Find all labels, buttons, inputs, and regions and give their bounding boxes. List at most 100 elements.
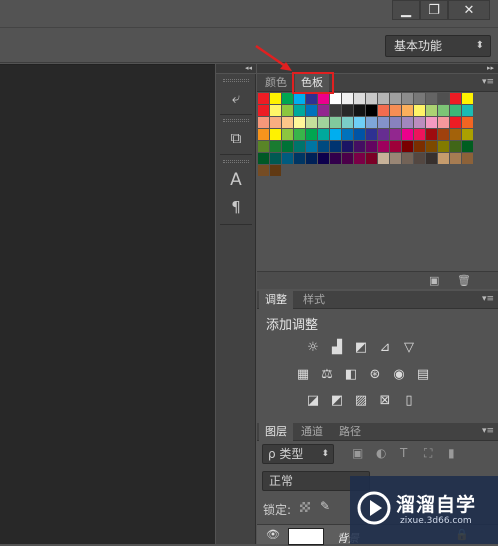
color-swatch[interactable] [366,141,377,152]
color-swatch[interactable] [402,129,413,140]
color-swatch[interactable] [378,93,389,104]
color-swatch[interactable] [318,93,329,104]
color-swatch[interactable] [426,105,437,116]
color-swatch[interactable] [438,93,449,104]
color-swatch[interactable] [354,117,365,128]
brightness-icon[interactable]: ☼ [304,339,322,355]
lock-transparent-icon[interactable] [300,502,310,512]
color-swatch[interactable] [282,105,293,116]
selective-color-icon[interactable]: ⊠ [376,392,394,408]
color-swatch[interactable] [426,153,437,164]
color-swatch[interactable] [390,141,401,152]
color-swatch[interactable] [366,117,377,128]
color-swatch[interactable] [366,153,377,164]
color-swatch[interactable] [462,129,473,140]
color-swatch[interactable] [270,105,281,116]
panel-menu-icon[interactable]: ▾≡ [482,426,494,436]
invert-icon[interactable]: ◪ [304,392,322,408]
channel-mixer-icon[interactable]: ◉ [390,366,408,382]
color-swatch[interactable] [450,93,461,104]
color-swatch[interactable] [282,141,293,152]
color-swatch[interactable] [270,153,281,164]
3d-cube-icon[interactable]: ⧉ [225,127,247,149]
black-white-icon[interactable]: ◧ [342,366,360,382]
color-swatch[interactable] [294,105,305,116]
color-swatch[interactable] [294,141,305,152]
color-swatch[interactable] [282,93,293,104]
dock-grip[interactable] [223,119,249,122]
color-swatch[interactable] [402,153,413,164]
workspace-select[interactable]: 基本功能 ⬍ [385,35,491,57]
color-swatch[interactable] [414,105,425,116]
color-swatch[interactable] [270,93,281,104]
color-swatch[interactable] [330,105,341,116]
color-swatch[interactable] [402,93,413,104]
character-icon[interactable]: A [225,169,247,191]
document-canvas[interactable] [0,64,215,544]
color-swatch[interactable] [258,129,269,140]
eye-icon[interactable]: 👁 [266,528,280,541]
color-swatch[interactable] [342,153,353,164]
color-swatch[interactable] [330,129,341,140]
color-swatch[interactable] [318,105,329,116]
color-swatch[interactable] [414,117,425,128]
close-button[interactable]: ✕ [448,0,490,20]
color-swatch[interactable] [450,105,461,116]
color-swatch[interactable] [378,117,389,128]
color-swatch[interactable] [390,93,401,104]
color-swatch[interactable] [450,153,461,164]
color-swatch[interactable] [366,105,377,116]
color-swatch[interactable] [330,117,341,128]
color-swatch[interactable] [402,117,413,128]
threshold-icon[interactable]: ▨ [352,392,370,408]
color-swatch[interactable] [318,117,329,128]
color-swatch[interactable] [426,141,437,152]
tab-adjustments[interactable]: 调整 [259,291,293,309]
posterize-icon[interactable]: ◩ [328,392,346,408]
color-swatch[interactable] [462,141,473,152]
color-swatch[interactable] [330,141,341,152]
curves-icon[interactable]: ◩ [352,339,370,355]
color-swatch[interactable] [306,141,317,152]
color-swatch[interactable] [294,117,305,128]
tab-paths[interactable]: 路径 [333,423,367,441]
color-swatch[interactable] [438,129,449,140]
color-swatch[interactable] [414,129,425,140]
color-swatch[interactable] [318,153,329,164]
color-swatch[interactable] [438,141,449,152]
color-swatch[interactable] [414,93,425,104]
color-swatch[interactable] [438,117,449,128]
color-swatch[interactable] [402,105,413,116]
color-swatch[interactable] [294,129,305,140]
color-swatch[interactable] [258,105,269,116]
color-swatch[interactable] [354,105,365,116]
color-swatch[interactable] [282,129,293,140]
color-swatch[interactable] [270,165,281,176]
layer-filter-icon[interactable]: ⛶ [424,446,432,461]
color-swatch[interactable] [354,93,365,104]
color-swatch[interactable] [306,105,317,116]
color-swatch[interactable] [270,129,281,140]
color-swatch[interactable] [354,129,365,140]
levels-icon[interactable]: ▟ [328,339,346,355]
color-swatch[interactable] [330,153,341,164]
minimize-button[interactable]: ▁ [392,0,420,20]
trash-icon[interactable]: 🗑 [457,274,471,287]
color-swatch[interactable] [258,141,269,152]
color-swatch[interactable] [318,129,329,140]
color-swatch[interactable] [462,153,473,164]
color-swatch[interactable] [306,129,317,140]
color-swatch[interactable] [414,153,425,164]
photo-filter-icon[interactable]: ⊛ [366,366,384,382]
color-swatch[interactable] [342,117,353,128]
color-swatch[interactable] [402,141,413,152]
color-swatch[interactable] [354,141,365,152]
color-swatch[interactable] [306,153,317,164]
color-swatch[interactable] [426,117,437,128]
layer-filter-icon[interactable]: ▮ [448,446,455,460]
history-icon[interactable]: ⤶ [225,87,247,109]
layer-filter-select[interactable]: ρ 类型 ⬍ [262,444,334,464]
layer-filter-icon[interactable]: ◐ [376,446,386,460]
color-swatch[interactable] [390,153,401,164]
color-swatch[interactable] [450,117,461,128]
